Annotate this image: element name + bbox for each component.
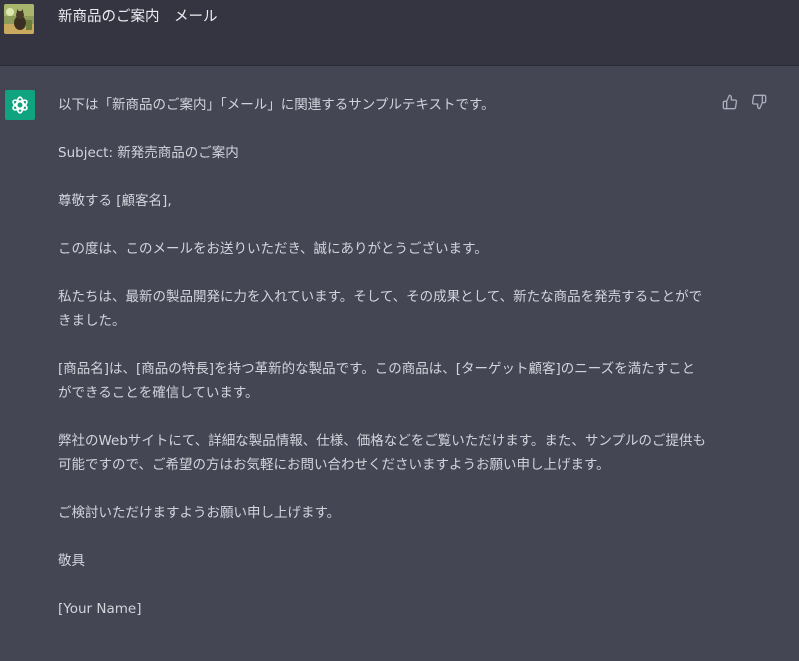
assistant-paragraph: 私たちは、最新の製品開発に力を入れています。そして、その成果として、新たな商品を… [58,289,703,329]
assistant-paragraph: 弊社のWebサイトにて、詳細な製品情報、仕様、価格などをご覧いただけます。また、… [58,433,707,473]
openai-logo-icon [12,96,28,114]
assistant-paragraph: 尊敬する [顧客名], [58,193,172,209]
thumbs-up-button[interactable] [721,93,739,111]
user-avatar [4,4,34,34]
user-message-row: 新商品のご案内 メール [0,0,799,66]
assistant-avatar [5,90,35,120]
assistant-paragraph: この度は、このメールをお送りいただき、誠にありがとうございます。 [58,241,488,257]
assistant-paragraph: ご検討いただけますようお願い申し上げます。 [58,505,341,521]
assistant-message-row: 以下は「新商品のご案内」「メール」に関連するサンプルテキストです。 Subjec… [0,66,799,661]
thumbs-up-icon [722,94,738,110]
assistant-paragraph: 以下は「新商品のご案内」「メール」に関連するサンプルテキストです。 [58,97,495,113]
thumbs-down-button[interactable] [750,93,768,111]
user-message-text: 新商品のご案内 メール [58,9,218,25]
assistant-paragraph: [商品名]は、[商品の特長]を持つ革新的な製品です。この商品は、[ターゲット顧客… [58,361,696,401]
thumbs-down-icon [751,94,767,110]
assistant-paragraph: [Your Name] [58,601,142,617]
assistant-paragraph: 敬具 [58,553,85,569]
user-avatar-image [4,4,34,34]
assistant-paragraph: Subject: 新発売商品のご案内 [58,145,239,161]
assistant-message-body: 以下は「新商品のご案内」「メール」に関連するサンプルテキストです。 Subjec… [58,93,708,645]
